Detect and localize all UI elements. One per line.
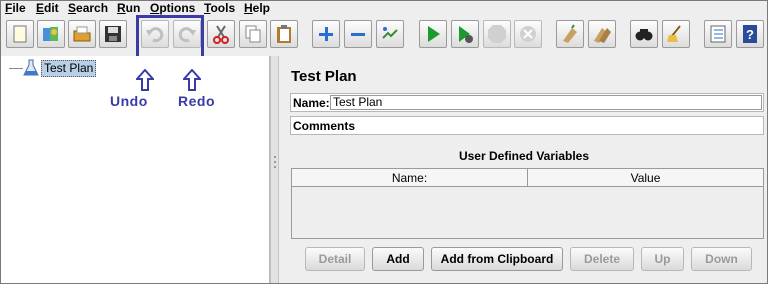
start-no-pauses-button[interactable]	[451, 20, 479, 48]
splitter-grip	[274, 161, 276, 163]
comments-label: Comments:	[293, 119, 360, 133]
help-button[interactable]: ?	[736, 20, 764, 48]
menu-file-label: ile	[12, 1, 26, 15]
function-helper-button[interactable]	[704, 20, 732, 48]
comments-field[interactable]	[356, 118, 762, 133]
templates-icon	[43, 27, 58, 41]
copy-button[interactable]	[239, 20, 267, 48]
name-label: Name:	[293, 96, 330, 110]
svg-text:?: ?	[746, 27, 754, 42]
start-icon	[428, 26, 440, 42]
user-defined-variables-title: User Defined Variables	[458, 149, 590, 163]
copy-icon	[245, 25, 261, 43]
collapse-all-button[interactable]	[344, 20, 372, 48]
menu-run-mnemonic: R	[117, 1, 126, 15]
detail-button[interactable]: Detail	[305, 247, 365, 271]
open-button[interactable]	[68, 20, 96, 48]
up-button[interactable]: Up	[641, 247, 684, 271]
paste-icon	[277, 25, 291, 43]
stop-button[interactable]	[483, 20, 511, 48]
save-icon	[105, 26, 121, 42]
delete-button[interactable]: Delete	[570, 247, 634, 271]
splitter-grip	[274, 156, 276, 158]
menu-tools-label: ools	[210, 1, 236, 15]
shutdown-icon	[520, 26, 536, 42]
new-icon	[13, 25, 27, 43]
name-row: Name:	[290, 93, 764, 112]
open-icon	[73, 26, 91, 42]
toggle-button[interactable]	[376, 20, 404, 48]
test-plan-panel: Test Plan Name: Comments: User Defined V…	[281, 56, 767, 283]
menu-search[interactable]: Search	[68, 1, 108, 16]
splitter[interactable]	[270, 56, 279, 283]
expand-all-button[interactable]	[312, 20, 340, 48]
clear-icon	[563, 24, 577, 43]
menu-edit[interactable]: Edit	[36, 1, 59, 16]
start-no-pauses-icon	[459, 26, 473, 43]
menu-tools[interactable]: Tools	[204, 1, 235, 16]
menu-run[interactable]: Run	[117, 1, 140, 16]
start-button[interactable]	[419, 20, 447, 48]
menu-options-label: ptions	[159, 1, 196, 15]
toolbar: ?	[1, 17, 767, 55]
tree-connector	[9, 68, 23, 69]
templates-button[interactable]	[37, 20, 65, 48]
name-field[interactable]	[330, 95, 762, 110]
search-icon	[635, 29, 653, 41]
undo-annotation: Undo	[110, 93, 148, 109]
undo-arrow-icon	[136, 69, 154, 91]
expand-icon	[319, 27, 333, 41]
menu-help-mnemonic: H	[244, 1, 253, 15]
save-button[interactable]	[99, 20, 127, 48]
reset-search-button[interactable]	[662, 20, 690, 48]
menu-edit-mnemonic: E	[36, 1, 45, 15]
menu-help[interactable]: Help	[244, 1, 270, 16]
splitter-grip	[274, 166, 276, 168]
menu-options[interactable]: Options	[150, 1, 195, 16]
column-header-value[interactable]: Value	[528, 169, 763, 187]
flask-icon	[23, 59, 39, 76]
redo-arrow-icon	[183, 69, 201, 91]
search-button[interactable]	[630, 20, 658, 48]
cut-button[interactable]	[207, 20, 235, 48]
new-button[interactable]	[6, 20, 34, 48]
help-icon: ?	[743, 25, 757, 43]
cut-icon	[213, 25, 229, 44]
add-button[interactable]: Add	[372, 247, 424, 271]
function-helper-icon	[710, 25, 726, 43]
redo-annotation: Redo	[178, 93, 215, 109]
column-header-name[interactable]: Name:	[292, 169, 528, 187]
reset-search-icon	[667, 25, 681, 42]
menu-run-label: un	[125, 1, 141, 15]
collapse-icon	[351, 33, 365, 36]
app-window: File Edit Search Run Options Tools Help	[0, 0, 768, 284]
undo-redo-highlight	[136, 15, 204, 60]
comments-row: Comments:	[290, 116, 764, 135]
toggle-icon	[382, 27, 398, 39]
tree-panel: Test Plan Undo Redo	[1, 56, 270, 283]
shutdown-button[interactable]	[514, 20, 542, 48]
add-from-clipboard-button[interactable]: Add from Clipboard	[431, 247, 563, 271]
menu-search-label: earch	[76, 1, 109, 15]
menu-options-mnemonic: O	[150, 1, 160, 15]
menu-edit-label: dit	[44, 1, 59, 15]
menu-help-label: elp	[252, 1, 271, 15]
page-title: Test Plan	[291, 68, 357, 85]
clear-all-icon	[594, 28, 611, 43]
stop-icon	[488, 25, 506, 43]
clear-all-button[interactable]	[588, 20, 616, 48]
clear-button[interactable]	[556, 20, 584, 48]
paste-button[interactable]	[270, 20, 298, 48]
tree-node-test-plan[interactable]: Test Plan	[41, 60, 97, 77]
menu-file[interactable]: File	[5, 1, 26, 16]
menu-bar: File Edit Search Run Options Tools Help	[1, 1, 767, 16]
down-button[interactable]: Down	[691, 247, 752, 271]
variables-table: Name: Value	[291, 168, 764, 239]
menu-search-mnemonic: S	[68, 1, 77, 15]
